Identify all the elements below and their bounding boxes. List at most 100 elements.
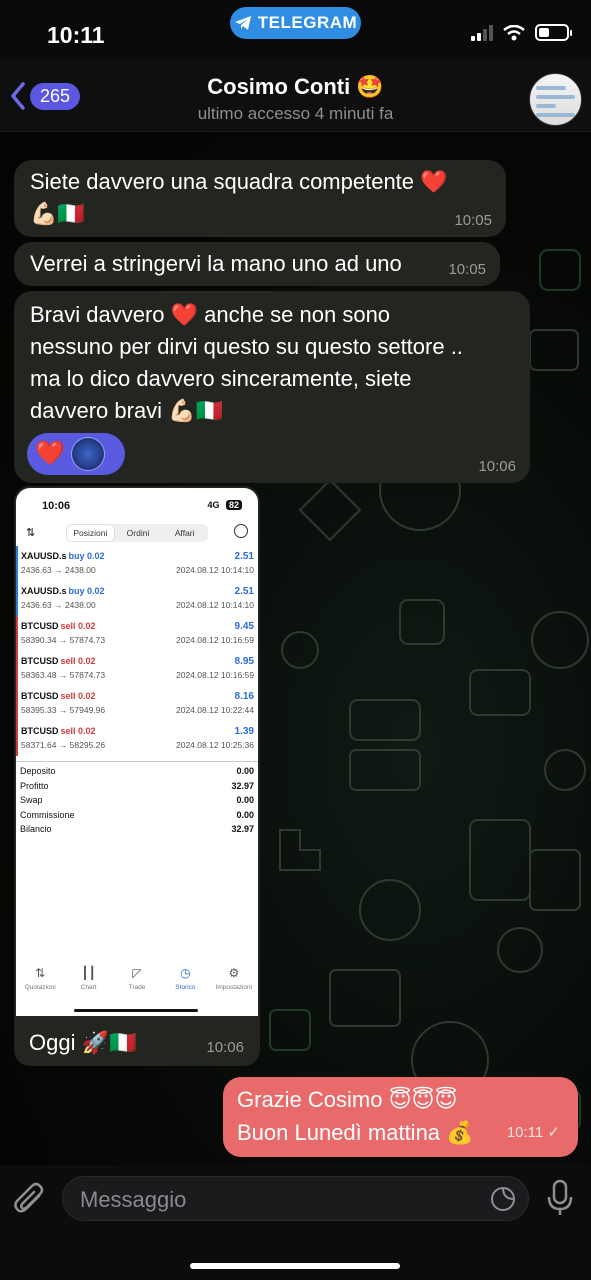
summary-row: Swap 0.00 <box>16 795 258 810</box>
message-input[interactable]: Messaggio <box>62 1176 529 1221</box>
summary-value: 0.00 <box>236 766 254 776</box>
message-placeholder: Messaggio <box>80 1187 187 1212</box>
trade-pnl: 1.39 <box>234 726 254 737</box>
message-time: 10:06 <box>478 458 516 475</box>
nav-quotazioni: ⇅ Quotazioni <box>16 960 64 1010</box>
screenshot-clock: 10:06 <box>42 500 71 512</box>
trade-symbol: BTCUSD <box>21 656 59 666</box>
trade-prices: 2436.63 → 2438.00 <box>21 600 96 610</box>
trade-prices: 58371.64 → 58295.26 <box>21 740 106 750</box>
screenshot-home-indicator <box>74 1009 198 1012</box>
trade-date: 2024.08.12 10:16:59 <box>176 670 254 680</box>
message-time: 10:05 <box>448 261 486 278</box>
trade-icon: ◸ <box>132 966 142 980</box>
message-time: 10:06 <box>206 1039 244 1056</box>
incoming-message[interactable]: Verrei a stringervi la mano uno ad uno 1… <box>14 242 500 286</box>
trade-pnl: 8.95 <box>234 656 254 667</box>
settings-icon: ⚙ <box>228 966 240 980</box>
summary-row: Bilancio 32.97 <box>16 824 258 839</box>
trade-direction: sell 0.02 <box>60 621 96 631</box>
trade-date: 2024.08.12 10:14:10 <box>176 565 254 575</box>
summary-value: 32.97 <box>231 780 254 791</box>
summary-row: Commissione 0.00 <box>16 810 258 825</box>
trade-pnl: 8.16 <box>234 691 254 702</box>
summary-row: Profitto 32.97 <box>16 781 258 796</box>
photo-caption: Oggi 🚀🇮🇹 <box>29 1030 137 1055</box>
telegram-pill[interactable]: TELEGRAM <box>230 7 361 39</box>
clock-icon <box>234 524 248 538</box>
clock: 10:11 <box>47 22 105 48</box>
trade-row: BTCUSD sell 0.02 9.45 58390.34 → 57874.73… <box>16 616 258 651</box>
tab-affari: Affari <box>174 528 195 538</box>
summary-value: 0.00 <box>236 809 254 820</box>
summary-value: 0.00 <box>236 795 254 805</box>
microphone-icon[interactable] <box>547 1179 573 1217</box>
trade-prices: 58390.34 → 57874.73 <box>21 635 106 645</box>
trade-symbol: XAUUSD.s <box>21 551 67 561</box>
sort-icon: ⇅ <box>26 527 36 539</box>
battery-icon <box>535 24 572 41</box>
trade-direction: sell 0.02 <box>60 726 96 736</box>
screenshot-status: 4G 82 <box>207 500 242 510</box>
nav-chart: ┃┃ Chart <box>64 960 112 1010</box>
sticker-icon[interactable] <box>490 1186 516 1212</box>
trade-prices: 58363.48 → 57874.73 <box>21 670 106 680</box>
trade-pnl: 2.51 <box>234 586 254 597</box>
contact-avatar[interactable] <box>529 73 582 126</box>
trade-symbol: BTCUSD <box>21 621 59 631</box>
incoming-message[interactable]: Bravi davvero ❤️ anche se non sono nessu… <box>14 291 530 483</box>
trade-direction: buy 0.02 <box>68 586 105 596</box>
screenshot-battery: 82 <box>225 500 242 510</box>
status-bar: 10:11 TELEGRAM <box>0 0 591 60</box>
chat-title[interactable]: Cosimo Conti 🤩 <box>0 74 591 100</box>
trade-row: BTCUSD sell 0.02 8.16 58395.33 → 57949.96… <box>16 686 258 721</box>
history-icon: ◷ <box>180 966 191 980</box>
trade-row: BTCUSD sell 0.02 8.95 58363.48 → 57874.73… <box>16 651 258 686</box>
wifi-icon <box>503 24 525 40</box>
trade-symbol: BTCUSD <box>21 726 59 736</box>
signal-icon <box>471 24 493 41</box>
trade-symbol: BTCUSD <box>21 691 59 701</box>
trade-row: XAUUSD.s buy 0.02 2.51 2436.63 → 2438.00 … <box>16 546 258 581</box>
summary-label: Profitto <box>20 780 49 791</box>
message-text: Bravi davvero ❤️ anche se non sono <box>30 302 391 327</box>
message-time: 10:05 <box>454 212 492 229</box>
trade-symbol: XAUUSD.s <box>21 586 67 596</box>
reactor-avatar <box>70 437 105 471</box>
photo-message[interactable]: 10:06 4G 82 ⇅ Posizioni Ordini Affari XA… <box>14 486 260 1066</box>
home-indicator <box>190 1263 400 1269</box>
outgoing-message[interactable]: Grazie Cosimo 😇😇😇 Buon Lunedì mattina 💰 … <box>223 1077 578 1157</box>
heart-reaction-icon: ❤️ <box>35 440 65 467</box>
summary-label: Deposito <box>20 766 56 776</box>
trade-row: BTCUSD sell 0.02 1.39 58371.64 → 58295.26… <box>16 721 258 756</box>
trade-pnl: 9.45 <box>234 621 254 632</box>
reaction-chip[interactable]: ❤️ <box>27 433 125 475</box>
summary-label: Commissione <box>20 809 75 820</box>
trade-direction: sell 0.02 <box>60 691 96 701</box>
telegram-pill-label: TELEGRAM <box>257 13 358 32</box>
last-seen-status: ultimo accesso 4 minuti fa <box>197 104 394 123</box>
message-text: Siete davvero una squadra competente ❤️ <box>30 169 448 194</box>
tab-posizioni: Posizioni <box>67 525 114 541</box>
trading-screenshot[interactable]: 10:06 4G 82 ⇅ Posizioni Ordini Affari XA… <box>16 488 258 1016</box>
account-summary: Deposito 0.00 Profitto 32.97 Swap 0.00 Comm… <box>16 761 258 839</box>
nav-trade: ◸ Trade <box>113 960 161 1010</box>
trade-pnl: 2.51 <box>234 551 254 562</box>
trade-row: XAUUSD.s buy 0.02 2.51 2436.63 → 2438.00 … <box>16 581 258 616</box>
incoming-message[interactable]: Siete davvero una squadra competente ❤️ … <box>14 160 506 237</box>
message-meta: 10:11 ✓ <box>507 1116 560 1149</box>
read-check-icon: ✓ <box>547 1124 560 1141</box>
message-text: davvero bravi 💪🏻🇮🇹 <box>30 398 223 423</box>
nav-storico: ◷ Storico <box>161 960 209 1010</box>
message-text: ma lo dico davvero sinceramente, siete <box>30 366 412 391</box>
tab-ordini: Ordini <box>126 528 150 538</box>
message-text: nessuno per dirvi questo su questo setto… <box>30 334 463 359</box>
screenshot-tabs: Posizioni Ordini Affari <box>66 524 208 542</box>
trade-direction: sell 0.02 <box>60 656 96 666</box>
message-text: 💪🏻🇮🇹 <box>30 201 85 226</box>
trade-prices: 58395.33 → 57949.96 <box>21 705 106 715</box>
trade-direction: buy 0.02 <box>68 551 105 561</box>
paperclip-icon[interactable] <box>14 1181 46 1215</box>
chart-icon: ┃┃ <box>81 966 96 980</box>
trade-date: 2024.08.12 10:22:44 <box>176 705 254 715</box>
